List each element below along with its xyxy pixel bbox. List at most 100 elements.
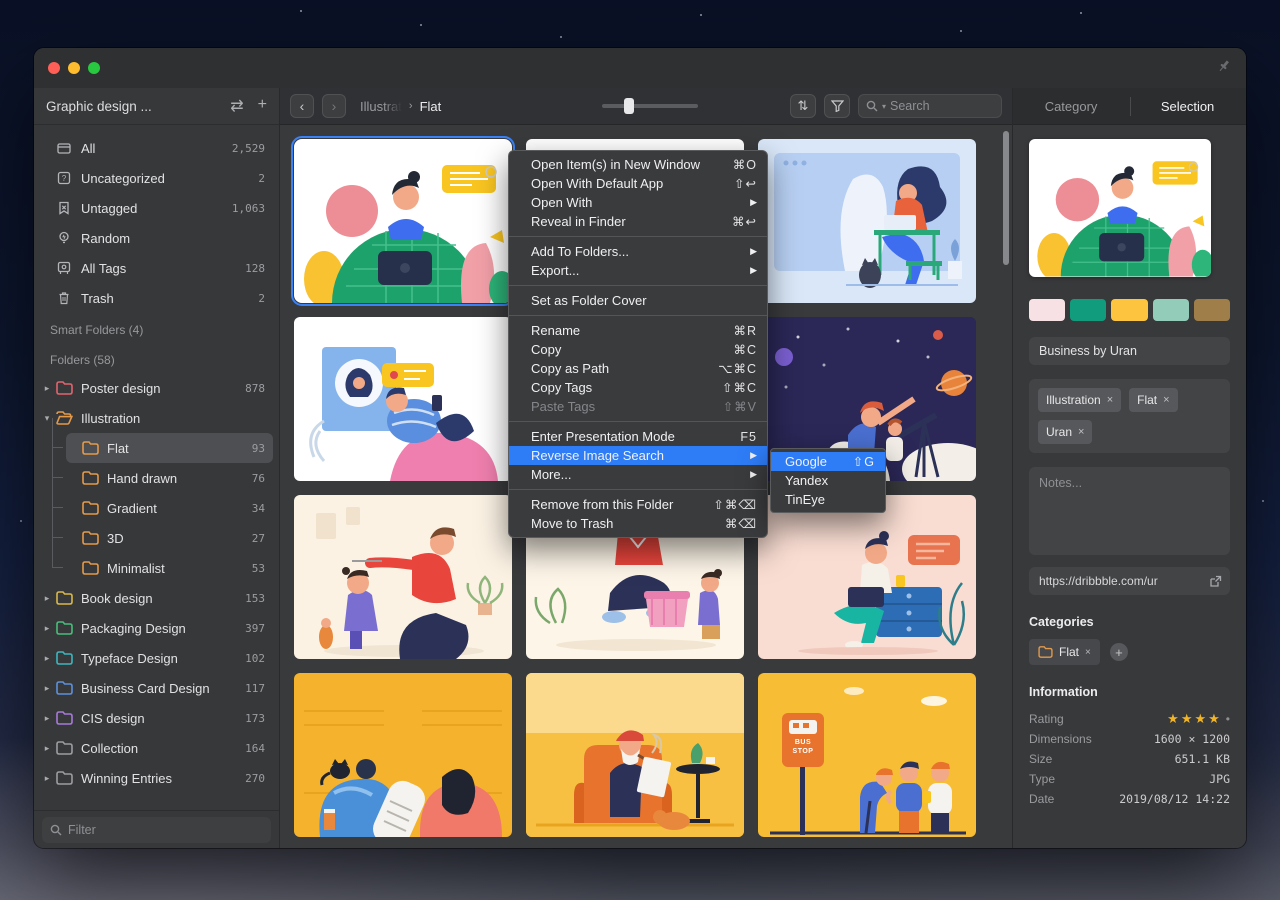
grid-item[interactable] (758, 139, 976, 303)
grid-item[interactable] (294, 495, 512, 659)
sidebar-folder-collection[interactable]: ▸Collection164 (40, 733, 273, 763)
submenu-item-tineye[interactable]: TinEye (771, 490, 885, 509)
sidebar-item-uncategorized[interactable]: ?Uncategorized2 (40, 163, 273, 193)
tag-chip-uran[interactable]: Uran× (1038, 420, 1092, 444)
sidebar-folder-poster-design[interactable]: ▸Poster design878 (40, 373, 273, 403)
empty-star-dot[interactable]: • (1226, 712, 1230, 726)
menu-item-rename[interactable]: Rename⌘R (509, 321, 767, 340)
sidebar-folder-3d[interactable]: 3D27 (66, 523, 273, 553)
sidebar-item-trash[interactable]: Trash2 (40, 283, 273, 313)
submenu-item-yandex[interactable]: Yandex (771, 471, 885, 490)
notes-field[interactable]: Notes... (1029, 467, 1230, 555)
breadcrumb-parent[interactable]: Illustrat (360, 99, 402, 114)
back-button[interactable]: ‹ (290, 94, 314, 118)
forward-button[interactable]: › (322, 94, 346, 118)
menu-item-move-to-trash[interactable]: Move to Trash⌘⌫ (509, 514, 767, 533)
filter-button[interactable] (824, 94, 850, 118)
tab-category[interactable]: Category (1045, 99, 1098, 114)
library-title[interactable]: Graphic design ... (46, 99, 152, 114)
sidebar-folder-book-design[interactable]: ▸Book design153 (40, 583, 273, 613)
grid-scrollbar[interactable] (1003, 131, 1009, 265)
grid-item[interactable] (294, 317, 512, 481)
remove-category-icon[interactable]: × (1085, 647, 1091, 658)
chevron-down-icon[interactable]: ▾ (882, 102, 886, 111)
slider-thumb[interactable] (624, 98, 634, 114)
zoom-window-button[interactable] (88, 62, 100, 74)
sidebar-folder-cis-design[interactable]: ▸CIS design173 (40, 703, 273, 733)
menu-item-copy-tags[interactable]: Copy Tags⇧⌘C (509, 378, 767, 397)
breadcrumb-current[interactable]: Flat (420, 99, 442, 114)
add-folder-icon[interactable]: + (258, 96, 267, 116)
menu-item-more[interactable]: More...▶ (509, 465, 767, 484)
grid-item[interactable] (758, 495, 976, 659)
tags-field[interactable]: Illustration× Flat× Uran× (1029, 379, 1230, 453)
menu-item-reveal-in-finder[interactable]: Reveal in Finder⌘↩ (509, 212, 767, 231)
color-swatch[interactable] (1029, 299, 1065, 321)
sidebar-item-untagged[interactable]: Untagged1,063 (40, 193, 273, 223)
tab-selection[interactable]: Selection (1161, 99, 1214, 114)
chevron-right-icon[interactable]: ▸ (40, 383, 54, 394)
add-category-button[interactable]: + (1110, 643, 1128, 661)
thumbnail-size-slider[interactable] (602, 104, 698, 108)
tag-chip-illustration[interactable]: Illustration× (1038, 388, 1121, 412)
remove-tag-icon[interactable]: × (1107, 394, 1113, 406)
sidebar-folder-packaging-design[interactable]: ▸Packaging Design397 (40, 613, 273, 643)
item-name-field[interactable]: Business by Uran (1029, 337, 1230, 365)
menu-item-open-item-s-in-new-window[interactable]: Open Item(s) in New Window⌘O (509, 155, 767, 174)
switch-library-icon[interactable]: ⇄ (230, 96, 243, 116)
folders-section-label[interactable]: Folders (58) (40, 347, 273, 373)
chevron-right-icon[interactable]: ▸ (40, 653, 54, 664)
chevron-right-icon[interactable]: ▸ (40, 623, 54, 634)
search-input[interactable]: ▾ Search (858, 94, 1002, 118)
submenu-item-google[interactable]: Google⇧G (771, 452, 885, 471)
menu-item-add-to-folders[interactable]: Add To Folders...▶ (509, 242, 767, 261)
minimize-window-button[interactable] (68, 62, 80, 74)
chevron-right-icon[interactable]: ▸ (40, 683, 54, 694)
menu-item-copy[interactable]: Copy⌘C (509, 340, 767, 359)
sidebar-folder-business-card-design[interactable]: ▸Business Card Design117 (40, 673, 273, 703)
menu-item-set-as-folder-cover[interactable]: Set as Folder Cover (509, 291, 767, 310)
grid-item[interactable] (294, 673, 512, 837)
sidebar-folder-winning-entries[interactable]: ▸Winning Entries270 (40, 763, 273, 793)
chevron-right-icon[interactable]: ▸ (40, 773, 54, 784)
grid-item[interactable] (294, 139, 512, 303)
star-rating[interactable]: ★★★★ (1167, 711, 1222, 727)
chevron-right-icon[interactable]: ▸ (40, 743, 54, 754)
sidebar-folder-flat[interactable]: Flat93 (66, 433, 273, 463)
menu-item-remove-from-this-folder[interactable]: Remove from this Folder⇧⌘⌫ (509, 495, 767, 514)
pin-icon[interactable] (1216, 58, 1232, 79)
filter-input[interactable]: Filter (42, 817, 271, 843)
menu-item-copy-as-path[interactable]: Copy as Path⌥⌘C (509, 359, 767, 378)
color-swatch[interactable] (1194, 299, 1230, 321)
category-chip[interactable]: Flat × (1029, 639, 1100, 665)
chevron-right-icon[interactable]: ▸ (40, 713, 54, 724)
url-field[interactable]: https://dribbble.com/ur (1029, 567, 1230, 595)
color-swatch[interactable] (1111, 299, 1147, 321)
sidebar-item-random[interactable]: Random (40, 223, 273, 253)
color-swatch[interactable] (1153, 299, 1189, 321)
sidebar-item-all-tags[interactable]: All Tags128 (40, 253, 273, 283)
menu-item-enter-presentation-mode[interactable]: Enter Presentation ModeF5 (509, 427, 767, 446)
menu-item-open-with[interactable]: Open With▶ (509, 193, 767, 212)
grid-item[interactable] (526, 673, 744, 837)
remove-tag-icon[interactable]: × (1078, 426, 1084, 438)
close-window-button[interactable] (48, 62, 60, 74)
menu-item-reverse-image-search[interactable]: Reverse Image Search▶ (509, 446, 767, 465)
sort-button[interactable]: ⇅ (790, 94, 816, 118)
smart-folders-section-label[interactable]: Smart Folders (4) (40, 317, 273, 343)
menu-item-open-with-default-app[interactable]: Open With Default App⇧↩ (509, 174, 767, 193)
sidebar-folder-illustration[interactable]: ▾Illustration (40, 403, 273, 433)
sidebar-folder-minimalist[interactable]: Minimalist53 (66, 553, 273, 583)
sidebar-folder-hand-drawn[interactable]: Hand drawn76 (66, 463, 273, 493)
menu-item-export[interactable]: Export...▶ (509, 261, 767, 280)
sidebar-folder-typeface-design[interactable]: ▸Typeface Design102 (40, 643, 273, 673)
sidebar-folder-gradient[interactable]: Gradient34 (66, 493, 273, 523)
color-swatch[interactable] (1070, 299, 1106, 321)
open-link-icon[interactable] (1209, 575, 1222, 588)
chevron-right-icon[interactable]: ▸ (40, 593, 54, 604)
selected-item-preview[interactable] (1029, 139, 1211, 277)
grid-item[interactable]: BUS STOP (758, 673, 976, 837)
remove-tag-icon[interactable]: × (1163, 394, 1169, 406)
tag-chip-flat[interactable]: Flat× (1129, 388, 1177, 412)
sidebar-item-all[interactable]: All2,529 (40, 133, 273, 163)
